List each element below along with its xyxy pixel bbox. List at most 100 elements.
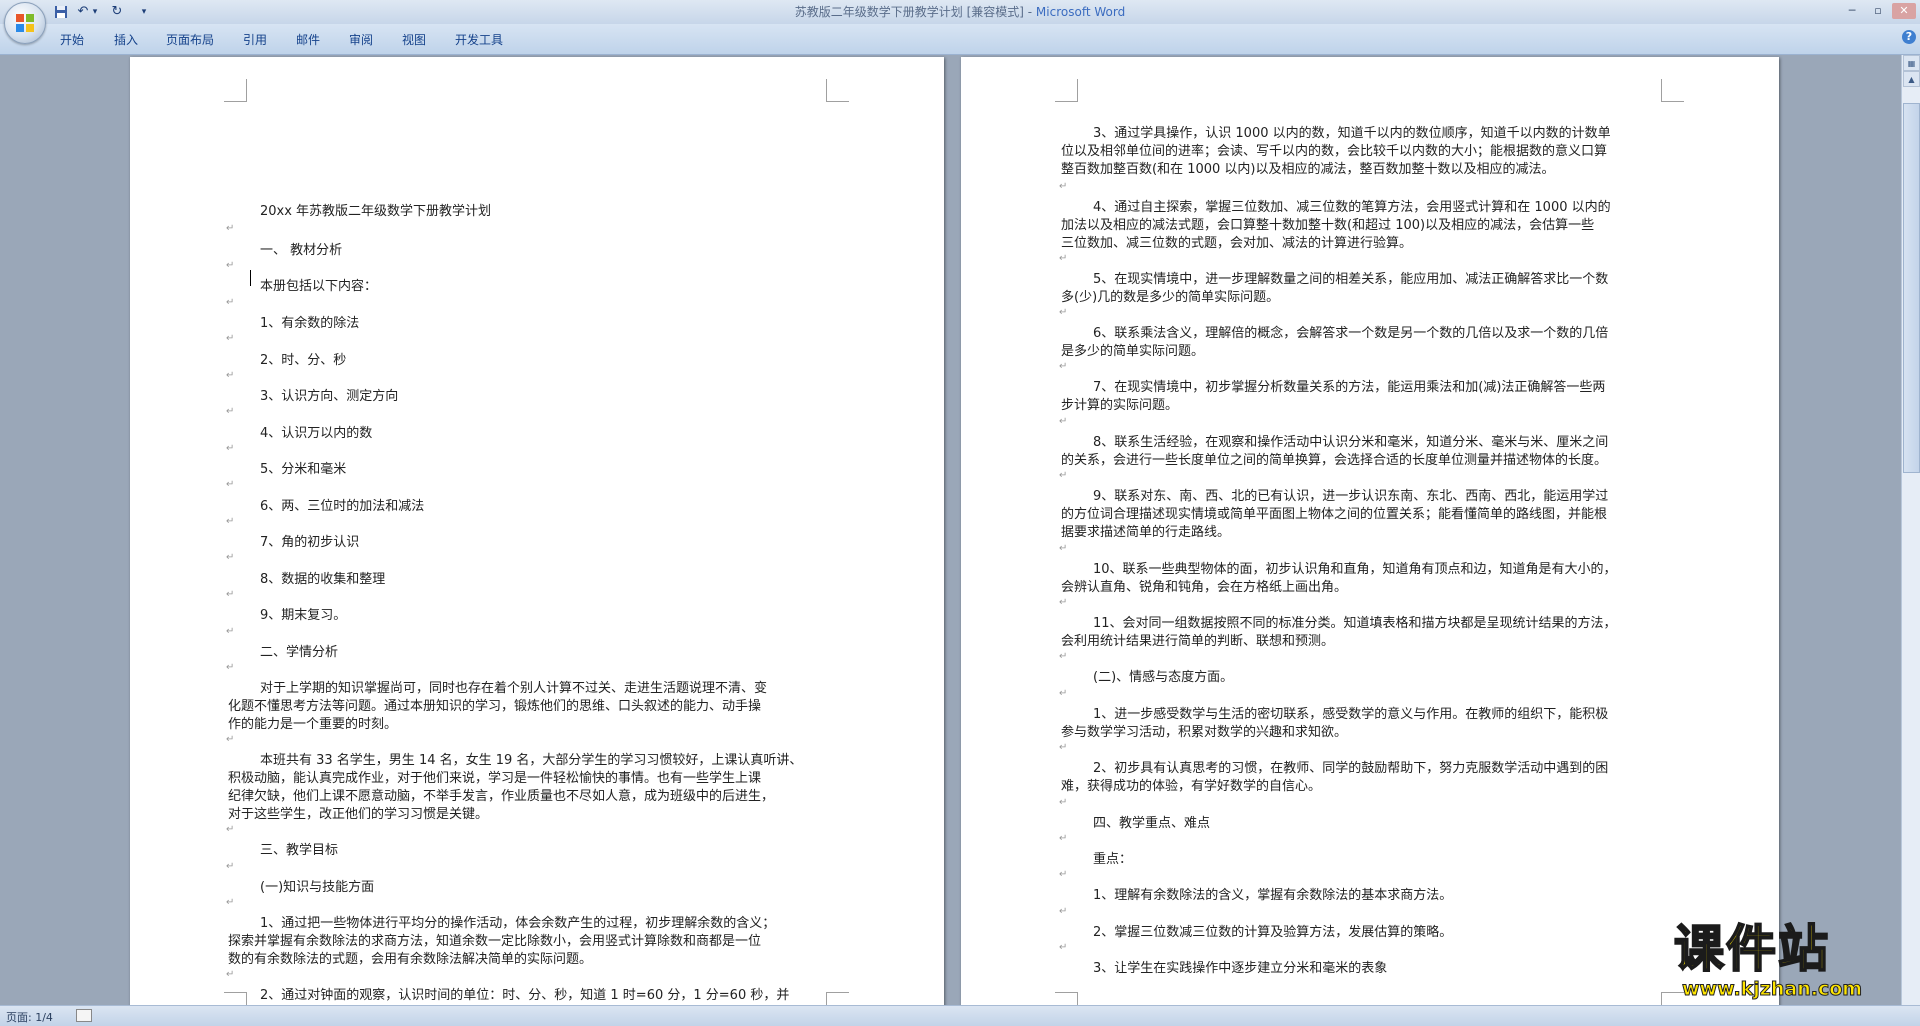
margin-corner: [826, 79, 849, 102]
paragraph-mark-icon: ↵: [226, 443, 235, 454]
text-line: 1、进一步感受数学与生活的密切联系，感受数学的意义与作用。在教师的组织下，能积极: [1093, 707, 1609, 722]
text-line: 的关系，会进行一些长度单位之间的简单换算，会选择合适的长度单位测量并描述物体的长…: [1061, 453, 1608, 468]
paragraph-mark-icon: ↵: [1059, 597, 1068, 608]
page-count[interactable]: 页面: 1/4: [6, 1009, 53, 1025]
paragraph-mark-icon: ↵: [226, 406, 235, 417]
proofing-icon[interactable]: [76, 1009, 92, 1022]
tab-insert[interactable]: 插入: [114, 31, 138, 48]
text-line: 8、联系生活经验，在观察和操作活动中认识分米和毫米，知道分米、毫米与米、厘米之间: [1093, 435, 1609, 450]
margin-corner: [1661, 79, 1684, 102]
text-line: 本班共有 33 名学生，男生 14 名，女生 19 名，大部分学生的学习习惯较好…: [260, 753, 803, 768]
tab-page-layout[interactable]: 页面布局: [166, 31, 214, 48]
vertical-scrollbar[interactable]: ▦ ▲: [1901, 55, 1920, 1005]
scroll-up-icon[interactable]: ▲: [1903, 71, 1920, 87]
text-line: 整百数加整百数(和在 1000 以内)以及相应的减法，整百数加整十数以及相应的减…: [1061, 162, 1555, 177]
title-bar: ↶ ▾ ↻ ▾ 苏教版二年级数学下册教学计划 [兼容模式] - Microsof…: [0, 0, 1920, 24]
text-line: 位以及相邻单位间的进率；会读、写千以内的数，会比较千以内数的大小；能根据数的意义…: [1061, 144, 1608, 159]
watermark-title: 课件站: [1673, 919, 1830, 978]
margin-corner: [1055, 79, 1078, 102]
tab-home[interactable]: 开始: [60, 31, 84, 48]
paragraph-mark-icon: ↵: [226, 479, 235, 490]
paragraph-mark-icon: ↵: [1059, 869, 1068, 880]
text-line: 重点：: [1093, 852, 1133, 867]
paragraph-mark-icon: ↵: [1059, 688, 1068, 699]
margin-corner: [826, 992, 849, 1005]
text-line: 3、认识方向、测定方向: [260, 389, 399, 404]
paragraph-mark-icon: ↵: [226, 626, 235, 637]
text-cursor: [250, 270, 251, 286]
paragraph-mark-icon: ↵: [1059, 253, 1068, 264]
maximize-button[interactable]: ▫: [1866, 3, 1890, 19]
text-line: 化题不懂思考方法等问题。通过本册知识的学习，锻炼他们的思维、口头叙述的能力、动手…: [228, 699, 762, 714]
text-line: 探索并掌握有余数除法的求商方法，知道余数一定比除数小，会用竖式计算除数和商都是一…: [228, 934, 762, 949]
text-line: 1、理解有余数除法的含义，掌握有余数除法的基本求商方法。: [1093, 888, 1453, 903]
document-page-1[interactable]: 20xx 年苏教版二年级数学下册教学计划 一、 教材分析 本册包括以下内容： 1、有余…: [130, 57, 944, 1005]
tab-developer[interactable]: 开发工具: [455, 31, 503, 48]
paragraph-mark-icon: ↵: [226, 662, 235, 673]
document-page-2[interactable]: 3、通过学具操作，认识 1000 以内的数，知道千以内的数位顺序，知道千以内数的…: [961, 57, 1779, 1005]
scroll-thumb[interactable]: [1903, 103, 1920, 473]
text-line: 11、会对同一组数据按照不同的标准分类。知道填表格和描方块都是呈现统计结果的方法…: [1093, 616, 1617, 631]
minimize-button[interactable]: ─: [1840, 3, 1864, 19]
paragraph-mark-icon: ↵: [226, 969, 235, 980]
text-line: (二)、情感与态度方面。: [1093, 670, 1234, 685]
text-line: 多(少)几的数是多少的简单实际问题。: [1061, 290, 1280, 305]
office-button[interactable]: [4, 2, 46, 44]
text-line: (一)知识与技能方面: [260, 880, 375, 895]
text-line: 三、教学目标: [260, 843, 339, 858]
ribbon-tabs: 开始 插入 页面布局 引用 邮件 审阅 视图 开发工具: [0, 24, 1920, 55]
text-line: 5、在现实情境中，进一步理解数量之间的相差关系，能应用加、减法正确解答求比一个数: [1093, 272, 1609, 287]
paragraph-mark-icon: ↵: [226, 223, 235, 234]
text-line: 四、教学重点、难点: [1093, 816, 1211, 831]
paragraph-mark-icon: ↵: [226, 589, 235, 600]
text-line: 难，获得成功的体验，有学好数学的自信心。: [1061, 779, 1322, 794]
paragraph-mark-icon: ↵: [226, 861, 235, 872]
close-button[interactable]: ✕: [1892, 3, 1916, 19]
text-line: 9、联系对东、南、西、北的已有认识，进一步认识东南、东北、西南、西北，能运用学过: [1093, 489, 1609, 504]
paragraph-mark-icon: ↵: [226, 297, 235, 308]
margin-corner: [1055, 992, 1078, 1005]
text-line: 3、让学生在实践操作中逐步建立分米和毫米的表象: [1093, 961, 1388, 976]
text-line: 数的有余数除法的式题，会用有余数除法解决简单的实际问题。: [228, 952, 593, 967]
text-line: 据要求描述简单的行走路线。: [1061, 525, 1231, 540]
paragraph-mark-icon: ↵: [1059, 181, 1068, 192]
paragraph-mark-icon: ↵: [1059, 906, 1068, 917]
watermark-url: www.kjzhan.com: [1681, 978, 1863, 1001]
paragraph-mark-icon: ↵: [226, 333, 235, 344]
tab-mailings[interactable]: 邮件: [296, 31, 320, 48]
text-line: 积极动脑，能认真完成作业，对于他们来说，学习是一件轻松愉快的事情。也有一些学生上…: [228, 771, 762, 786]
tab-review[interactable]: 审阅: [349, 31, 373, 48]
window-title: 苏教版二年级数学下册教学计划 [兼容模式] - Microsoft Word: [0, 0, 1920, 24]
text-line: 1、通过把一些物体进行平均分的操作活动，体会余数产生的过程，初步理解余数的含义；: [260, 916, 776, 931]
text-line: 2、初步具有认真思考的习惯，在教师、同学的鼓励帮助下，努力克服数学活动中遇到的困: [1093, 761, 1609, 776]
text-line: 是多少的简单实际问题。: [1061, 344, 1205, 359]
text-line: 20xx 年苏教版二年级数学下册教学计划: [260, 204, 492, 219]
ruler-toggle-icon[interactable]: ▦: [1903, 55, 1920, 71]
tab-references[interactable]: 引用: [243, 31, 267, 48]
paragraph-mark-icon: ↵: [226, 897, 235, 908]
text-line: 三位数加、减三位数的式题，会对加、减法的计算进行验算。: [1061, 236, 1413, 251]
document-title: 苏教版二年级数学下册教学计划 [兼容模式] -: [794, 5, 1036, 19]
paragraph-mark-icon: ↵: [226, 370, 235, 381]
text-line: 的方位词合理描述现实情境或简单平面图上物体之间的位置关系；能看懂简单的路线图，并…: [1061, 507, 1608, 522]
margin-corner: [224, 992, 247, 1005]
paragraph-mark-icon: ↵: [1059, 942, 1068, 953]
text-line: 2、通过对钟面的观察，认识时间的单位：时、分、秒，知道 1 时=60 分，1 分…: [260, 988, 790, 1003]
paragraph-mark-icon: ↵: [226, 552, 235, 563]
text-line: 会利用统计结果进行简单的判断、联想和预测。: [1061, 634, 1335, 649]
text-line: 8、数据的收集和整理: [260, 572, 386, 587]
margin-corner: [224, 79, 247, 102]
paragraph-mark-icon: ↵: [226, 824, 235, 835]
text-line: 作的能力是一个重要的时刻。: [228, 717, 398, 732]
office-logo-icon: [16, 14, 34, 32]
text-line: 6、联系乘法含义，理解倍的概念，会解答求一个数是另一个数的几倍以及求一个数的几倍: [1093, 326, 1609, 341]
help-icon[interactable]: ?: [1902, 30, 1916, 44]
text-line: 6、两、三位时的加法和减法: [260, 499, 425, 514]
text-line: 参与数学学习活动，积累对数学的兴趣和求知欲。: [1061, 725, 1348, 740]
paragraph-mark-icon: ↵: [1059, 797, 1068, 808]
paragraph-mark-icon: ↵: [226, 260, 235, 271]
text-line: 对于这些学生，改正他们的学习习惯是关键。: [228, 807, 489, 822]
text-line: 会辨认直角、锐角和钝角，会在方格纸上画出角。: [1061, 580, 1348, 595]
tab-view[interactable]: 视图: [402, 31, 426, 48]
status-bar: 页面: 1/4: [0, 1005, 1920, 1026]
